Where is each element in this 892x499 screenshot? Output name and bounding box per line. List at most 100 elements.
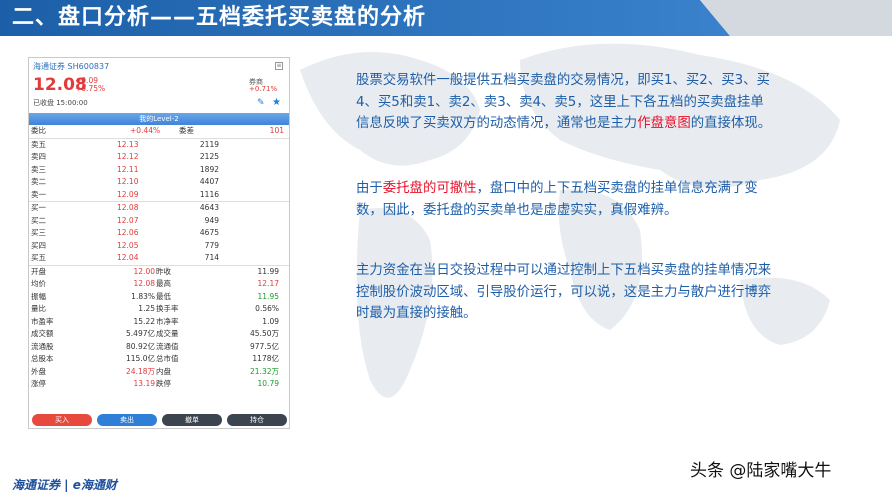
haitong-logo: 海通证券 | e海通财 bbox=[12, 478, 117, 492]
order-row: 买五 12.04 714 bbox=[29, 252, 289, 265]
order-label: 卖五 bbox=[31, 139, 46, 149]
order-price: 12.04 bbox=[117, 253, 139, 262]
order-row: 卖二 12.10 4407 bbox=[29, 176, 289, 189]
stat-value: 11.99 bbox=[257, 266, 279, 276]
sell-button[interactable]: 卖出 bbox=[97, 414, 157, 426]
stat-value: 13.19 bbox=[133, 379, 155, 388]
edit-icon[interactable]: ✎ bbox=[257, 98, 265, 108]
order-volume: 779 bbox=[204, 240, 219, 250]
order-volume: 4675 bbox=[199, 228, 219, 237]
order-label: 卖三 bbox=[31, 164, 46, 174]
stat-value: 1178亿 bbox=[252, 354, 279, 363]
order-row: 买二 12.07 949 bbox=[29, 215, 289, 228]
order-label: 买三 bbox=[31, 228, 46, 237]
menu-icon[interactable]: ≡ bbox=[275, 62, 283, 70]
order-price: 12.10 bbox=[117, 177, 139, 186]
level2-tab[interactable]: 我的Level-2 bbox=[29, 113, 289, 125]
order-volume: 714 bbox=[204, 253, 219, 262]
stat-value: 1.83% bbox=[131, 291, 155, 301]
order-price: 12.06 bbox=[117, 228, 139, 237]
weibi-value: +0.44% bbox=[130, 126, 161, 135]
weicha-label: 委差 bbox=[179, 126, 194, 135]
stat-row: 开盘 12.00 昨收 11.99 bbox=[29, 266, 289, 279]
stat-label: 最低 bbox=[156, 291, 171, 301]
stat-label: 跌停 bbox=[156, 379, 171, 388]
order-volume: 4643 bbox=[199, 203, 219, 212]
order-price: 12.12 bbox=[117, 152, 139, 161]
order-row: 卖五 12.13 2119 bbox=[29, 139, 289, 152]
stat-label: 市盈率 bbox=[31, 316, 54, 326]
paragraph-2-highlight: 委托盘的可撤性 bbox=[382, 181, 477, 196]
stat-value: 12.00 bbox=[133, 266, 155, 276]
order-label: 卖一 bbox=[31, 189, 46, 199]
order-label: 买二 bbox=[31, 215, 46, 225]
star-icon[interactable]: ★ bbox=[272, 97, 281, 108]
stat-value: 10.79 bbox=[257, 379, 279, 388]
order-volume: 1892 bbox=[199, 164, 219, 174]
stat-row: 涨停 13.19 跌停 10.79 bbox=[29, 378, 289, 391]
stat-label: 均价 bbox=[31, 279, 46, 288]
order-row: 买四 12.05 779 bbox=[29, 240, 289, 253]
paragraph-3: 主力资金在当日交投过程中可以通过控制上下五档买卖盘的挂单情况来控制股价波动区域、… bbox=[356, 263, 772, 321]
change-percent: +0.75% bbox=[75, 84, 106, 93]
order-volume: 2125 bbox=[199, 152, 219, 161]
stat-label: 成交量 bbox=[156, 329, 179, 338]
stat-row: 总股本 115.0亿 总市值 1178亿 bbox=[29, 353, 289, 366]
order-volume: 949 bbox=[204, 215, 219, 225]
stat-row: 流通股 80.92亿 流通值 977.5亿 bbox=[29, 341, 289, 354]
stat-row: 成交额 5.497亿 成交量 45.50万 bbox=[29, 328, 289, 341]
stat-label: 振幅 bbox=[31, 291, 46, 301]
order-label: 买四 bbox=[31, 240, 46, 250]
weibi-row: 委比 +0.44% 委差 101 bbox=[29, 125, 289, 138]
order-price: 12.08 bbox=[117, 203, 139, 212]
stock-name[interactable]: 海通证券 SH600837 bbox=[33, 61, 285, 72]
stat-value: 115.0亿 bbox=[126, 354, 155, 363]
stat-row: 市盈率 15.22 市净率 1.09 bbox=[29, 316, 289, 329]
stat-value: 12.17 bbox=[257, 279, 279, 288]
stat-row: 振幅 1.83% 最低 11.95 bbox=[29, 291, 289, 304]
price-change: +0.09 +0.75% bbox=[75, 77, 105, 93]
order-row: 买三 12.06 4675 bbox=[29, 227, 289, 240]
watermark: 头条 @陆家嘴大牛 bbox=[690, 461, 832, 481]
stat-value: 11.95 bbox=[257, 291, 279, 301]
order-label: 卖四 bbox=[31, 152, 46, 161]
stat-label: 昨收 bbox=[156, 266, 171, 276]
stat-label: 最高 bbox=[156, 279, 171, 288]
order-price: 12.11 bbox=[117, 164, 139, 174]
stat-label: 换手率 bbox=[156, 304, 179, 313]
quote-stats: 开盘 12.00 昨收 11.99 均价 12.08 最高 12.17 振幅 1.83% 最低 1… bbox=[29, 266, 289, 391]
stat-value: 15.22 bbox=[133, 316, 155, 326]
sell-orders: 卖五 12.13 2119 卖四 12.12 2125 卖三 12.11 1892 卖二 12… bbox=[29, 139, 289, 202]
paragraph-1: 股票交易软件一般提供五档买卖盘的交易情况，即买1、买2、买3、买4、买5和卖1、… bbox=[356, 70, 776, 135]
stat-value: 24.18万 bbox=[126, 366, 155, 376]
slide-title: 二、盘口分析——五档委托买卖盘的分析 bbox=[12, 5, 427, 30]
holdings-button[interactable]: 持仓 bbox=[227, 414, 287, 426]
market-status: 已收盘 15:00:00 bbox=[33, 99, 88, 107]
stat-label: 成交额 bbox=[31, 329, 54, 338]
stat-label: 内盘 bbox=[156, 366, 171, 376]
stat-row: 量比 1.25 换手率 0.56% bbox=[29, 303, 289, 316]
order-label: 买五 bbox=[31, 253, 46, 262]
stat-value: 1.25 bbox=[138, 304, 155, 313]
stat-value: 45.50万 bbox=[250, 329, 279, 338]
order-volume: 1116 bbox=[199, 189, 219, 199]
stat-label: 总市值 bbox=[156, 354, 179, 363]
cancel-order-button[interactable]: 撤单 bbox=[162, 414, 222, 426]
paragraph-2-text: 由于 bbox=[356, 181, 383, 196]
stat-value: 1.09 bbox=[262, 316, 279, 326]
sector-change: +0.71% bbox=[249, 85, 278, 93]
order-price: 12.05 bbox=[117, 240, 139, 250]
stat-label: 总股本 bbox=[31, 354, 54, 363]
paragraph-1-end: 的直接体现。 bbox=[690, 116, 772, 131]
stat-row: 均价 12.08 最高 12.17 bbox=[29, 278, 289, 291]
trade-button-bar: 买入 卖出 撤单 持仓 bbox=[29, 413, 289, 427]
stat-row: 外盘 24.18万 内盘 21.32万 bbox=[29, 366, 289, 379]
order-row: 买一 12.08 4643 bbox=[29, 202, 289, 215]
weibi-label: 委比 bbox=[31, 126, 46, 135]
buy-button[interactable]: 买入 bbox=[32, 414, 92, 426]
stat-label: 市净率 bbox=[156, 316, 179, 326]
stat-value: 977.5亿 bbox=[250, 341, 279, 351]
order-price: 12.07 bbox=[117, 215, 139, 225]
paragraph-1-highlight: 作盘意图 bbox=[637, 116, 691, 131]
stat-label: 开盘 bbox=[31, 266, 46, 276]
